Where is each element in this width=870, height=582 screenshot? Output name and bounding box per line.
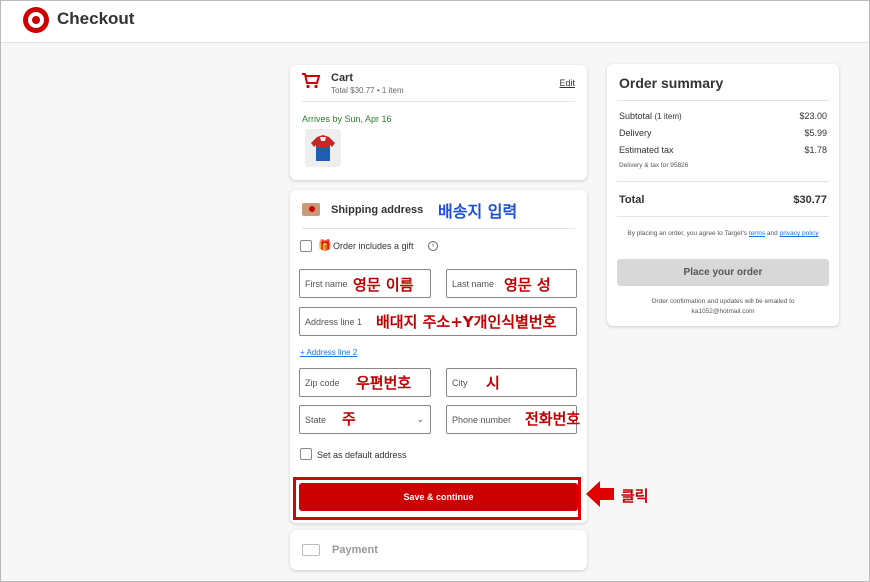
delivery-value: $5.99 (804, 128, 827, 138)
arrow-left-icon (586, 481, 614, 507)
tax-row: Estimated tax $1.78 (619, 145, 827, 155)
order-summary-card: Order summary Subtotal (1 item) $23.00 D… (607, 64, 839, 326)
default-address-label: Set as default address (317, 450, 407, 460)
annotation-city: 시 (486, 374, 500, 392)
subtotal-items: (1 item) (654, 112, 682, 121)
gift-checkbox[interactable] (300, 240, 312, 252)
divider (617, 181, 829, 182)
state-placeholder: State (305, 415, 327, 425)
gift-icon: 🎁 (318, 240, 332, 252)
target-logo-icon[interactable] (23, 7, 49, 33)
add-address-line2-link[interactable]: + Address line 2 (300, 348, 357, 357)
product-thumbnail[interactable] (305, 129, 341, 167)
zip-code-placeholder: Zip code (305, 378, 340, 388)
chevron-down-icon: ⌄ (416, 414, 424, 424)
phone-placeholder: Phone number (452, 415, 512, 425)
divider (302, 228, 575, 229)
tax-value: $1.78 (804, 145, 827, 155)
total-label: Total (619, 194, 645, 206)
shipping-box-icon (302, 203, 320, 216)
subtotal-row: Subtotal (1 item) $23.00 (619, 111, 827, 121)
save-continue-button[interactable]: Save & continue (299, 483, 578, 511)
confirmation-email: ka1052@hotmail.com (691, 308, 755, 315)
gift-label: Order includes a gift (333, 241, 414, 251)
last-name-placeholder: Last name (452, 279, 495, 289)
delivery-row: Delivery $5.99 (619, 128, 827, 138)
annotation-state: 주 (342, 410, 356, 428)
shipping-card: Shipping address 🎁 Order includes a gift… (290, 190, 587, 523)
cart-edit-link[interactable]: Edit (559, 78, 575, 88)
total-row: Total $30.77 (619, 194, 827, 206)
summary-title: Order summary (619, 75, 724, 91)
cart-icon (302, 73, 320, 89)
page-title: Checkout (57, 9, 135, 28)
place-order-button[interactable]: Place your order (617, 259, 829, 286)
total-value: $30.77 (793, 194, 827, 206)
city-placeholder: City (452, 378, 468, 388)
annotation-phone: 전화번호 (525, 410, 581, 428)
cart-title: Cart (331, 72, 354, 84)
divider (617, 100, 829, 101)
address-line1-placeholder: Address line 1 (305, 317, 363, 327)
confirmation-note: Order confirmation and updates will be e… (619, 297, 827, 317)
jacket-image-icon (311, 135, 335, 161)
city-field[interactable]: City (446, 368, 577, 397)
subtotal-value: $23.00 (799, 111, 827, 121)
divider (302, 101, 575, 102)
annotation-address: 배대지 주소+Y개인식별번호 (376, 313, 557, 331)
annotation-first-name: 영문 이름 (353, 276, 414, 294)
shipping-title: Shipping address (331, 204, 424, 216)
terms-and: and (766, 230, 778, 237)
screenshot-frame: Checkout Cart Total $30.77 • 1 item Edit… (0, 0, 870, 582)
privacy-policy-link[interactable]: privacy policy (780, 230, 819, 237)
info-icon[interactable]: i (428, 241, 438, 251)
cart-card: Cart Total $30.77 • 1 item Edit Arrives … (290, 65, 587, 180)
annotation-shipping: 배송지 입력 (438, 202, 518, 221)
confirmation-line: Order confirmation and updates will be e… (651, 298, 795, 305)
tax-note: Delivery & tax for 95826 (619, 162, 689, 169)
payment-title: Payment (332, 544, 378, 556)
default-address-checkbox[interactable] (300, 448, 312, 460)
payment-card[interactable]: Payment (290, 530, 587, 570)
terms-link[interactable]: terms (749, 230, 765, 237)
annotation-click: 클릭 (621, 487, 649, 505)
divider (617, 216, 829, 217)
annotation-last-name: 영문 성 (504, 276, 551, 294)
top-bar: Checkout (1, 1, 869, 43)
tax-label: Estimated tax (619, 145, 674, 155)
state-select[interactable]: State ⌄ (299, 405, 431, 434)
terms-prefix: By placing an order, you agree to Target… (627, 230, 748, 237)
first-name-placeholder: First name (305, 279, 348, 289)
cart-subtitle: Total $30.77 • 1 item (331, 86, 404, 95)
subtotal-label: Subtotal (619, 111, 653, 121)
arrival-date: Arrives by Sun, Apr 16 (302, 114, 392, 124)
delivery-label: Delivery (619, 128, 652, 138)
annotation-zip: 우편번호 (356, 374, 412, 392)
credit-card-icon (302, 544, 320, 556)
terms-text: By placing an order, you agree to Target… (619, 229, 827, 239)
